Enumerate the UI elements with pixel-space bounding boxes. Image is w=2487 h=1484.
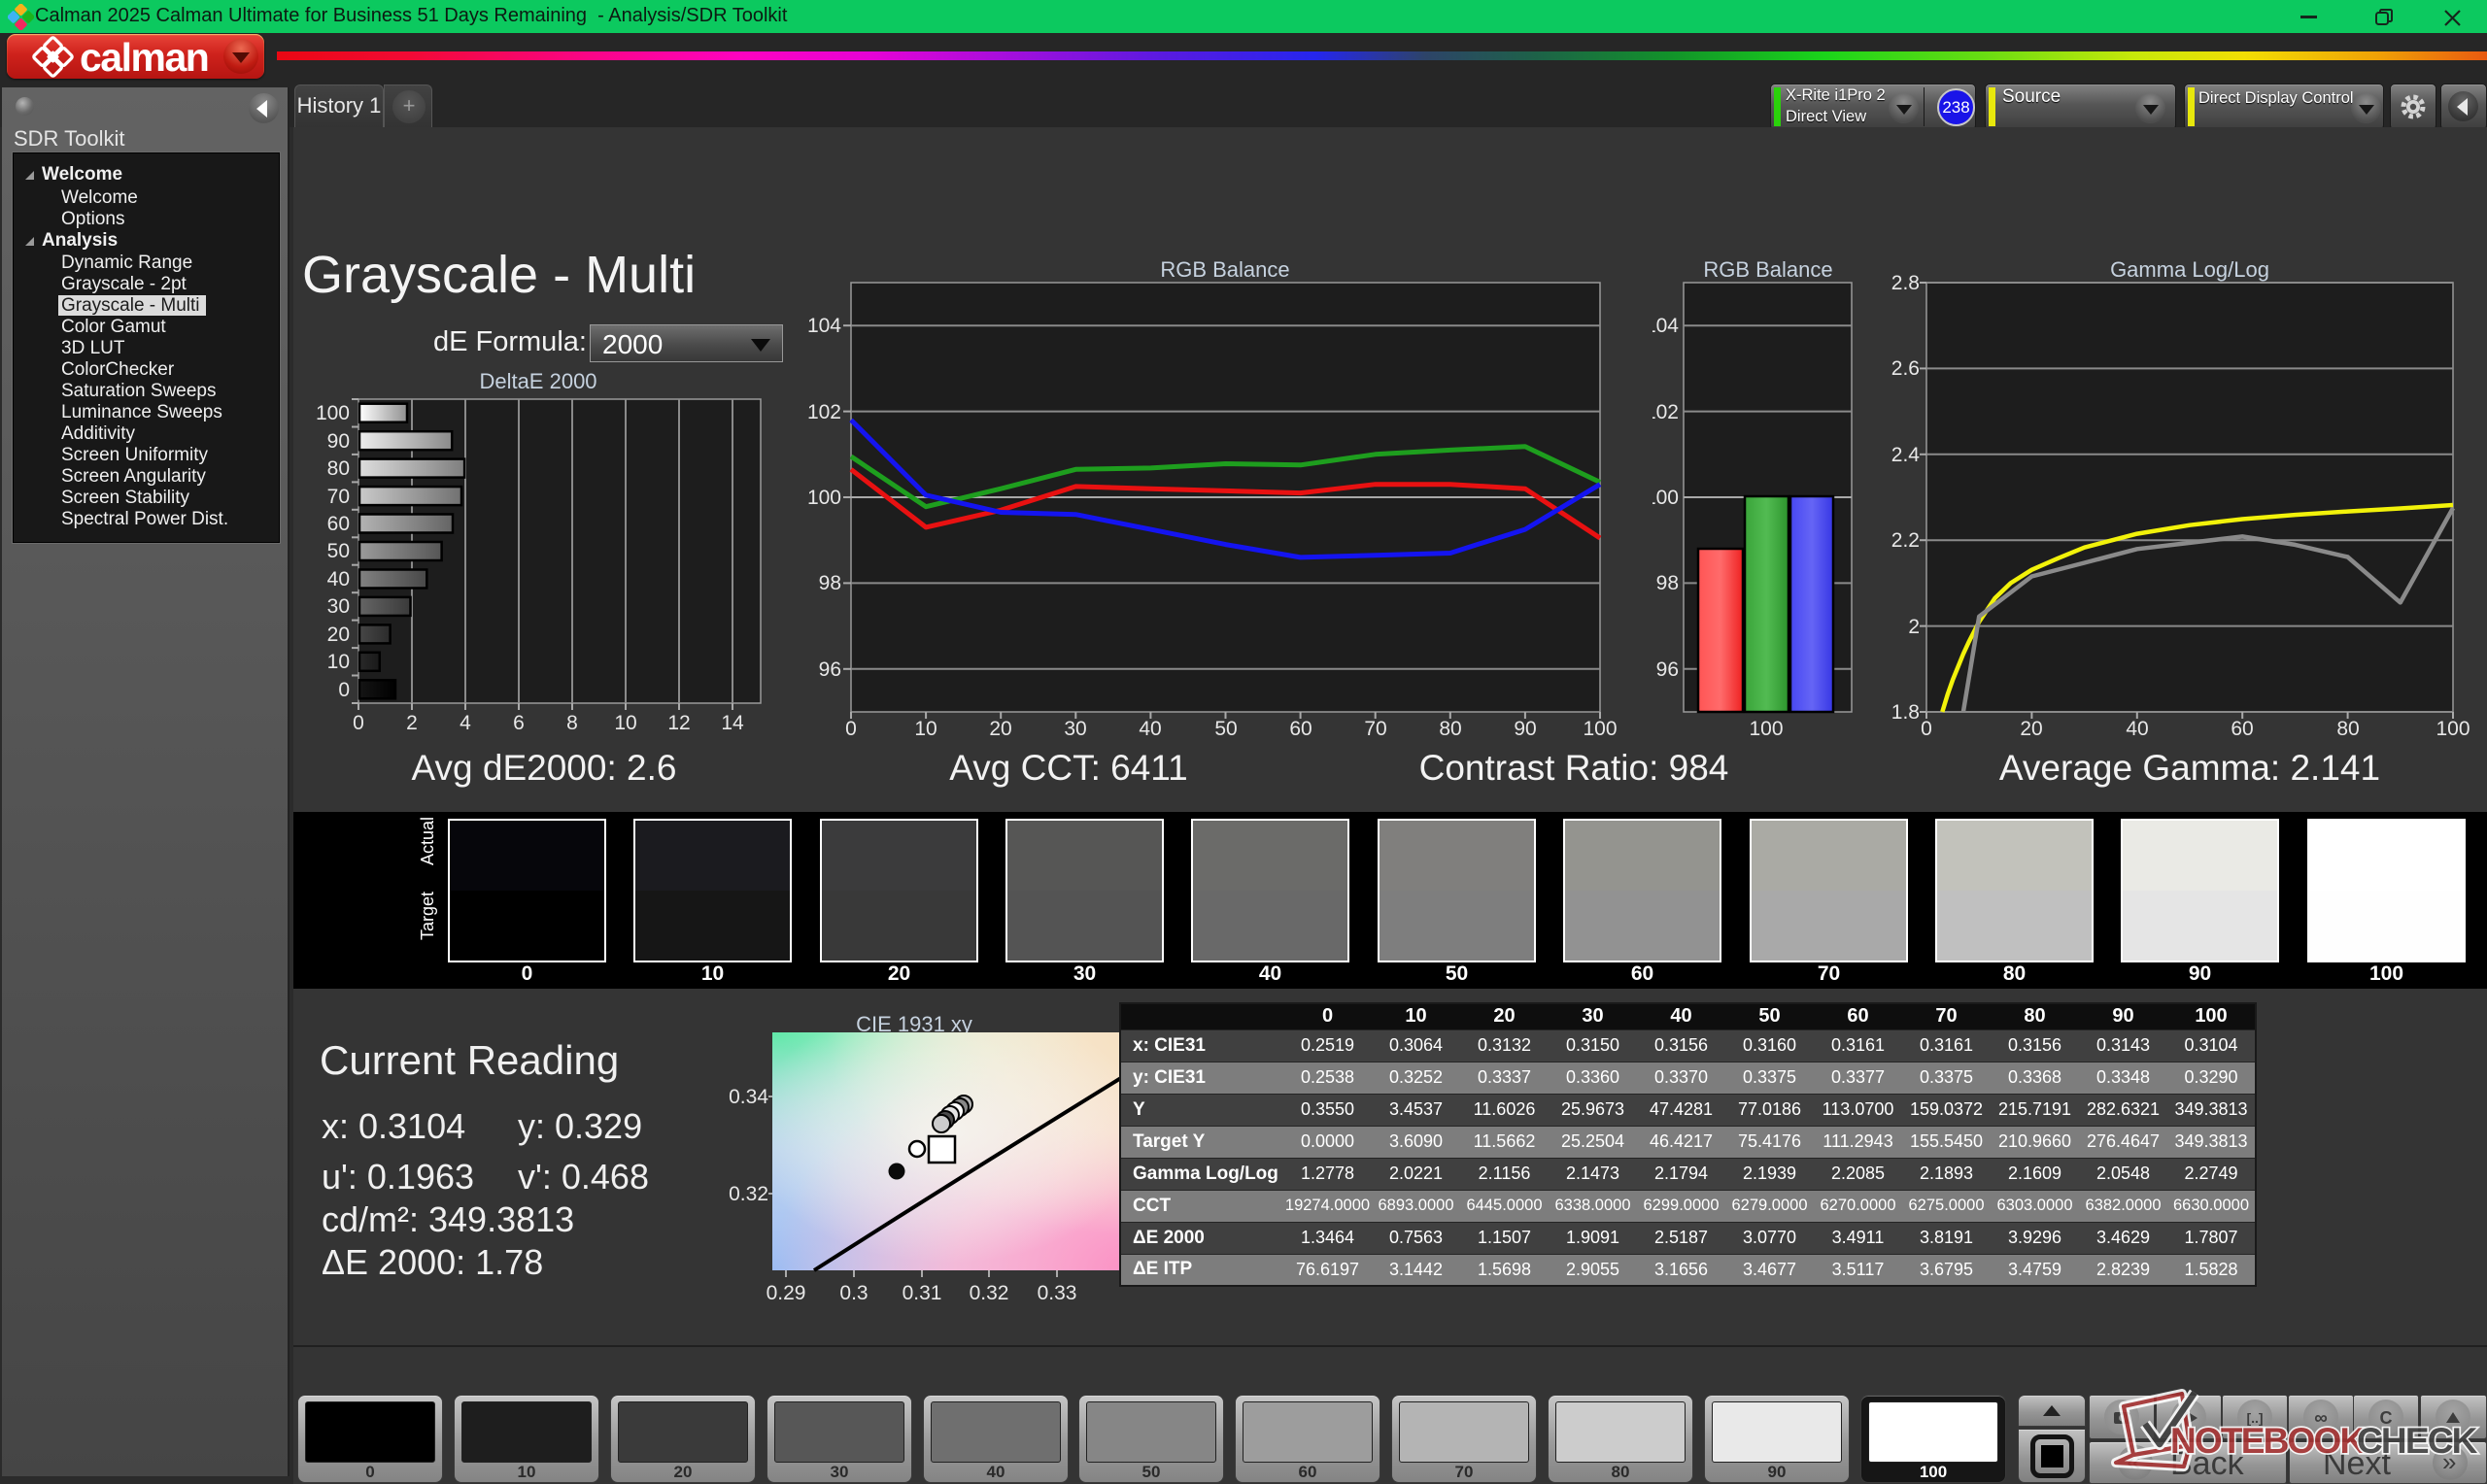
svg-text:98: 98 — [819, 572, 841, 594]
svg-text:2.6: 2.6 — [1891, 357, 1920, 380]
svg-text:80: 80 — [1439, 718, 1461, 740]
svg-text:0.3: 0.3 — [839, 1282, 868, 1304]
svg-text:104: 104 — [807, 315, 841, 337]
svg-text:90: 90 — [327, 430, 350, 453]
svg-text:100: 100 — [1652, 487, 1679, 509]
svg-text:0: 0 — [353, 712, 364, 734]
svg-text:4: 4 — [460, 712, 471, 734]
svg-text:60: 60 — [327, 513, 350, 535]
svg-text:0: 0 — [338, 679, 350, 701]
svg-text:20: 20 — [327, 624, 350, 646]
svg-text:0.29: 0.29 — [767, 1282, 806, 1304]
svg-text:102: 102 — [1652, 401, 1679, 423]
svg-text:50: 50 — [1214, 718, 1237, 740]
svg-text:0.32: 0.32 — [970, 1282, 1009, 1304]
svg-text:10: 10 — [327, 651, 350, 673]
svg-text:30: 30 — [327, 595, 350, 618]
svg-text:10: 10 — [914, 718, 937, 740]
svg-text:40: 40 — [327, 568, 350, 590]
svg-text:2: 2 — [1908, 616, 1920, 638]
svg-text:0: 0 — [845, 718, 857, 740]
svg-text:CHECK: CHECK — [2357, 1421, 2478, 1461]
svg-text:96: 96 — [1656, 658, 1679, 681]
svg-text:0: 0 — [1921, 718, 1932, 740]
svg-text:0.33: 0.33 — [1038, 1282, 1077, 1304]
svg-text:100: 100 — [2436, 718, 2470, 740]
svg-text:98: 98 — [1656, 572, 1679, 594]
svg-text:10: 10 — [614, 712, 636, 734]
svg-text:90: 90 — [1514, 718, 1536, 740]
svg-text:6: 6 — [513, 712, 525, 734]
svg-text:2: 2 — [406, 712, 418, 734]
svg-text:70: 70 — [327, 486, 350, 508]
svg-text:102: 102 — [807, 401, 841, 423]
svg-text:30: 30 — [1064, 718, 1086, 740]
svg-text:96: 96 — [819, 658, 841, 681]
svg-text:100: 100 — [1583, 718, 1617, 740]
svg-text:100: 100 — [807, 487, 841, 509]
svg-text:100: 100 — [1749, 718, 1783, 740]
svg-text:104: 104 — [1652, 315, 1679, 337]
svg-text:8: 8 — [566, 712, 578, 734]
svg-text:50: 50 — [327, 540, 350, 562]
svg-text:1.8: 1.8 — [1891, 701, 1920, 724]
svg-text:0.32: 0.32 — [729, 1183, 768, 1205]
svg-text:80: 80 — [327, 457, 350, 480]
svg-text:60: 60 — [1289, 718, 1312, 740]
svg-text:40: 40 — [2126, 718, 2148, 740]
svg-text:0.34: 0.34 — [729, 1086, 768, 1108]
svg-text:14: 14 — [721, 712, 744, 734]
svg-text:12: 12 — [667, 712, 690, 734]
svg-text:20: 20 — [2020, 718, 2042, 740]
svg-text:40: 40 — [1139, 718, 1161, 740]
svg-text:80: 80 — [2336, 718, 2359, 740]
svg-text:2.2: 2.2 — [1891, 529, 1920, 552]
svg-text:20: 20 — [989, 718, 1011, 740]
svg-text:2.4: 2.4 — [1891, 444, 1921, 466]
svg-text:2.8: 2.8 — [1891, 272, 1920, 294]
svg-text:0.31: 0.31 — [903, 1282, 942, 1304]
svg-text:NOTEBOOK: NOTEBOOK — [2170, 1421, 2366, 1461]
svg-text:70: 70 — [1364, 718, 1386, 740]
svg-text:100: 100 — [316, 402, 350, 424]
svg-text:60: 60 — [2231, 718, 2253, 740]
